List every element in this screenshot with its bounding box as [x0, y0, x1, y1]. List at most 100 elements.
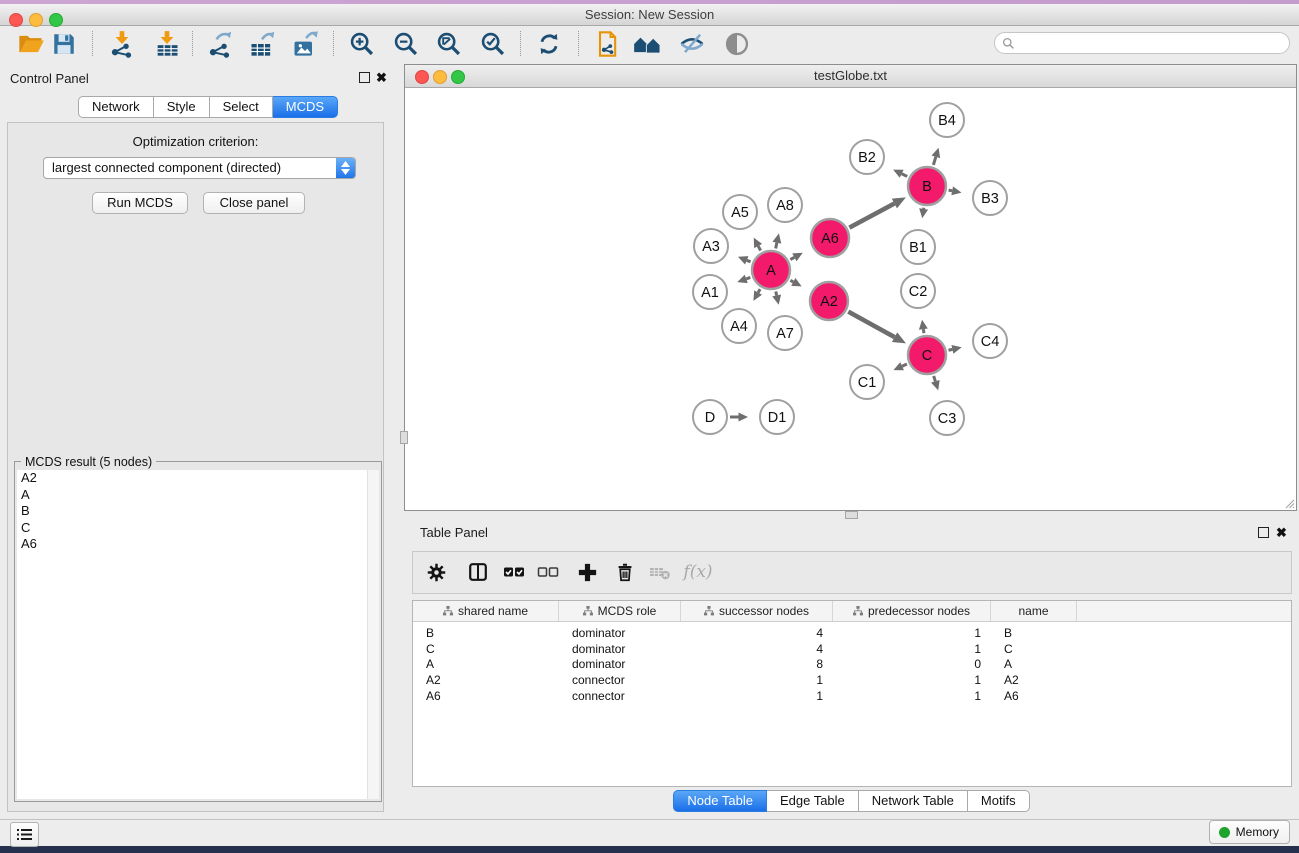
- memory-button[interactable]: Memory: [1209, 820, 1290, 844]
- node-B[interactable]: B: [908, 167, 946, 205]
- create-column-button[interactable]: [573, 558, 601, 586]
- result-scrollbar[interactable]: [367, 470, 379, 799]
- resize-grip-icon[interactable]: [1283, 497, 1295, 509]
- network-graph[interactable]: B4B2BB3A8A5A6A3B1AC2A1A2A4A7C4CC1C3DD1: [405, 87, 1296, 510]
- task-history-button[interactable]: [10, 822, 39, 847]
- node-B4[interactable]: B4: [930, 103, 964, 137]
- import-network-button[interactable]: [106, 28, 138, 60]
- tab-network-table[interactable]: Network Table: [859, 790, 968, 812]
- result-item[interactable]: A6: [17, 536, 379, 553]
- table-panel-float-button[interactable]: [1258, 527, 1269, 538]
- edge-B-B2[interactable]: [902, 174, 908, 177]
- column-header-successor-nodes[interactable]: successor nodes: [681, 601, 833, 621]
- minimize-window-button[interactable]: [29, 13, 43, 27]
- node-B1[interactable]: B1: [901, 230, 935, 264]
- node-table[interactable]: shared nameMCDS rolesuccessor nodesprede…: [412, 600, 1292, 787]
- node-C2[interactable]: C2: [901, 274, 935, 308]
- control-panel-close-icon[interactable]: ✖: [376, 71, 387, 84]
- node-C1[interactable]: C1: [850, 365, 884, 399]
- home-button[interactable]: [632, 28, 664, 60]
- export-table-button[interactable]: [246, 28, 278, 60]
- edge-A-A6[interactable]: [790, 257, 794, 259]
- network-close-button[interactable]: [415, 70, 429, 84]
- node-A6[interactable]: A6: [811, 219, 849, 257]
- edge-A-A2[interactable]: [790, 280, 793, 282]
- table-panel-close-icon[interactable]: ✖: [1276, 526, 1287, 539]
- edge-A-A4[interactable]: [758, 289, 760, 292]
- column-header-predecessor-nodes[interactable]: predecessor nodes: [833, 601, 991, 621]
- close-window-button[interactable]: [9, 13, 23, 27]
- birdseye-view-button[interactable]: [721, 28, 753, 60]
- tab-select[interactable]: Select: [210, 96, 273, 118]
- result-item[interactable]: A2: [17, 470, 379, 487]
- node-A[interactable]: A: [752, 251, 790, 289]
- edge-A6-B[interactable]: [849, 203, 894, 227]
- table-row[interactable]: Adominator80A: [413, 656, 1291, 672]
- node-A5[interactable]: A5: [723, 195, 757, 229]
- edge-B-B3[interactable]: [949, 190, 953, 191]
- apply-layout-button[interactable]: [533, 28, 565, 60]
- column-header-MCDS-role[interactable]: MCDS role: [559, 601, 681, 621]
- deselect-all-button[interactable]: [534, 558, 562, 586]
- edge-A-A5[interactable]: [758, 246, 760, 251]
- tab-style[interactable]: Style: [154, 96, 210, 118]
- edge-A-A7[interactable]: [776, 291, 777, 295]
- toolbar-search[interactable]: [994, 32, 1290, 54]
- export-image-button[interactable]: [289, 28, 321, 60]
- edge-C-C1[interactable]: [902, 364, 907, 366]
- control-panel-float-button[interactable]: [359, 72, 370, 83]
- zoom-selected-button[interactable]: [477, 28, 509, 60]
- zoom-fit-button[interactable]: [433, 28, 465, 60]
- column-header-shared-name[interactable]: shared name: [413, 601, 559, 621]
- save-session-button[interactable]: [48, 28, 80, 60]
- node-A4[interactable]: A4: [722, 309, 756, 343]
- node-A2[interactable]: A2: [810, 282, 848, 320]
- node-A1[interactable]: A1: [693, 275, 727, 309]
- hide-graphics-button[interactable]: [676, 28, 708, 60]
- node-B3[interactable]: B3: [973, 181, 1007, 215]
- edge-C-C4[interactable]: [948, 349, 952, 350]
- table-row[interactable]: A6connector11A6: [413, 688, 1291, 704]
- select-all-button[interactable]: [500, 558, 528, 586]
- node-C[interactable]: C: [908, 336, 946, 374]
- edge-A2-C[interactable]: [848, 312, 894, 338]
- node-A8[interactable]: A8: [768, 188, 802, 222]
- result-item[interactable]: B: [17, 503, 379, 520]
- close-panel-button[interactable]: Close panel: [203, 192, 305, 214]
- edge-A-A1[interactable]: [746, 277, 750, 278]
- edge-A-A8[interactable]: [776, 243, 777, 249]
- network-zoom-button[interactable]: [451, 70, 465, 84]
- open-session-button[interactable]: [15, 28, 47, 60]
- edge-A-A3[interactable]: [747, 260, 751, 262]
- table-row[interactable]: A2connector11A2: [413, 672, 1291, 688]
- node-D[interactable]: D: [693, 400, 727, 434]
- network-minimize-button[interactable]: [433, 70, 447, 84]
- edge-C-C3[interactable]: [934, 376, 936, 381]
- edge-B-B4[interactable]: [933, 157, 935, 165]
- tab-mcds[interactable]: MCDS: [273, 96, 338, 118]
- search-input[interactable]: [1019, 35, 1289, 51]
- horizontal-splitter-handle[interactable]: [845, 511, 858, 519]
- node-A3[interactable]: A3: [694, 229, 728, 263]
- run-mcds-button[interactable]: Run MCDS: [92, 192, 188, 214]
- zoom-window-button[interactable]: [49, 13, 63, 27]
- zoom-out-button[interactable]: [390, 28, 422, 60]
- criterion-dropdown[interactable]: largest connected component (directed): [43, 157, 356, 179]
- import-table-button[interactable]: [151, 28, 183, 60]
- delete-column-button[interactable]: [611, 558, 639, 586]
- mcds-result-list[interactable]: A2ABCA6: [17, 470, 379, 799]
- edge-C-C2[interactable]: [923, 329, 924, 333]
- table-row[interactable]: Bdominator41B: [413, 625, 1291, 641]
- export-network-button[interactable]: [204, 28, 236, 60]
- column-header-name[interactable]: name: [991, 601, 1077, 621]
- vertical-splitter-handle[interactable]: [400, 431, 408, 444]
- clone-network-button[interactable]: [591, 28, 623, 60]
- function-builder-button[interactable]: f(x): [680, 558, 716, 586]
- tab-network[interactable]: Network: [78, 96, 154, 118]
- toggle-panel-view-button[interactable]: [464, 558, 492, 586]
- table-row[interactable]: Cdominator41C: [413, 641, 1291, 657]
- node-B2[interactable]: B2: [850, 140, 884, 174]
- tab-edge-table[interactable]: Edge Table: [767, 790, 859, 812]
- result-item[interactable]: A: [17, 487, 379, 504]
- node-C4[interactable]: C4: [973, 324, 1007, 358]
